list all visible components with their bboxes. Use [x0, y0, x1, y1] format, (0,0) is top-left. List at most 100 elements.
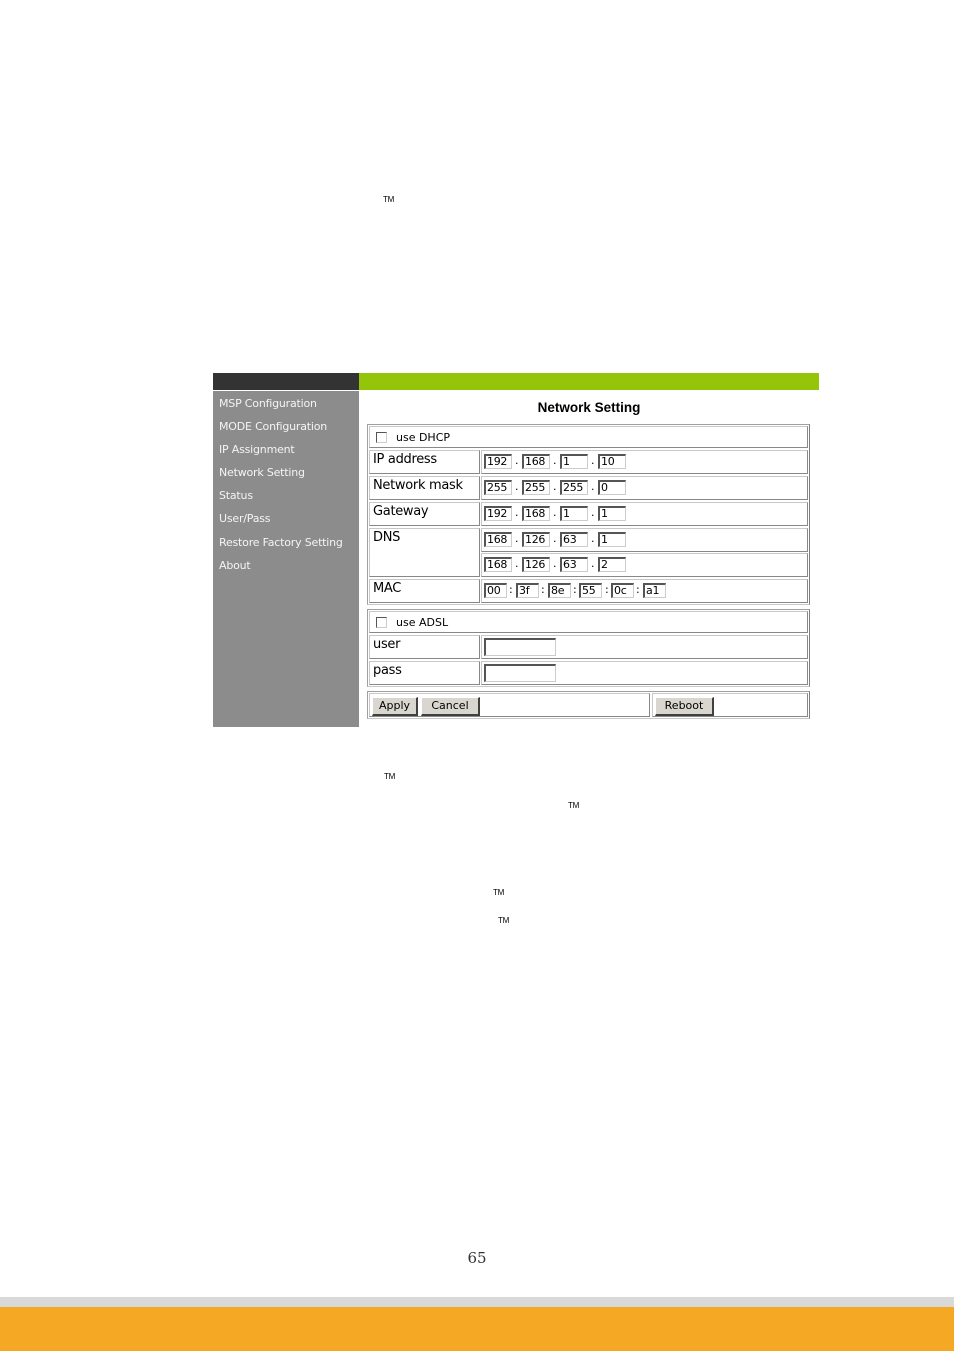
- dot-separator: .: [591, 454, 595, 467]
- sidebar-item-about[interactable]: About: [219, 559, 251, 572]
- dns-primary-fields: 168 . 126 . 63 . 1: [481, 528, 808, 552]
- user-label-cell: user: [369, 635, 480, 659]
- network-mask-octet-4[interactable]: 0: [598, 480, 626, 495]
- dns-primary-octet-2[interactable]: 126: [522, 532, 550, 547]
- adsl-row: use ADSL: [369, 611, 808, 633]
- gateway-label-cell: Gateway: [369, 502, 480, 526]
- dns-secondary-octet-1[interactable]: 168: [484, 557, 512, 572]
- footer-gray-band: [0, 1297, 954, 1307]
- trademark-mark: TM: [568, 801, 580, 810]
- use-adsl-checkbox[interactable]: [376, 617, 387, 628]
- trademark-mark: TM: [498, 916, 510, 925]
- header-bar-dark: [213, 373, 359, 390]
- dot-separator: .: [591, 557, 595, 570]
- ip-address-label: IP address: [373, 452, 437, 467]
- network-mask-label-cell: Network mask: [369, 476, 480, 500]
- pass-input[interactable]: [484, 664, 556, 682]
- sidebar-item-ip-assignment[interactable]: IP Assignment: [219, 443, 295, 456]
- dot-separator: .: [591, 532, 595, 545]
- network-mask-label: Network mask: [373, 478, 463, 493]
- sidebar-item-status[interactable]: Status: [219, 489, 253, 502]
- footer-orange-band: [0, 1307, 954, 1351]
- dns-primary-octet-4[interactable]: 1: [598, 532, 626, 547]
- ip-address-octet-1[interactable]: 192: [484, 454, 512, 469]
- ip-address-fields: 192 . 168 . 1 . 10: [481, 450, 808, 474]
- action-buttons-table: Apply Cancel Reboot: [367, 691, 810, 719]
- dot-separator: .: [553, 454, 557, 467]
- dot-separator: .: [591, 480, 595, 493]
- network-settings-table: use DHCP IP address 192 . 168 . 1 . 10 N…: [367, 424, 810, 605]
- ip-address-octet-3[interactable]: 1: [560, 454, 588, 469]
- dns-secondary-octet-2[interactable]: 126: [522, 557, 550, 572]
- dot-separator: .: [515, 454, 519, 467]
- mac-fields: 00 : 3f : 8e : 55 : 0c : a1: [481, 579, 808, 603]
- apply-cancel-cell: Apply Cancel: [369, 693, 650, 717]
- dns-label: DNS: [373, 530, 401, 545]
- dot-separator: .: [553, 532, 557, 545]
- dot-separator: .: [553, 506, 557, 519]
- sidebar-item-network-setting[interactable]: Network Setting: [219, 466, 305, 479]
- reboot-button[interactable]: Reboot: [655, 697, 714, 716]
- dhcp-row: use DHCP: [369, 426, 808, 448]
- gateway-octet-4[interactable]: 1: [598, 506, 626, 521]
- dot-separator: .: [515, 557, 519, 570]
- apply-button[interactable]: Apply: [372, 697, 418, 716]
- mac-byte-3[interactable]: 8e: [548, 583, 571, 598]
- user-field-cell: [481, 635, 808, 659]
- network-mask-octet-1[interactable]: 255: [484, 480, 512, 495]
- dot-separator: .: [515, 506, 519, 519]
- reboot-cell: Reboot: [652, 693, 808, 717]
- dot-separator: .: [515, 532, 519, 545]
- dns-secondary-octet-3[interactable]: 63: [560, 557, 588, 572]
- pass-field-cell: [481, 661, 808, 685]
- mac-byte-1[interactable]: 00: [484, 583, 507, 598]
- mac-byte-2[interactable]: 3f: [516, 583, 539, 598]
- mac-byte-6[interactable]: a1: [643, 583, 666, 598]
- dot-separator: .: [553, 557, 557, 570]
- sidebar-item-mode-configuration[interactable]: MODE Configuration: [219, 420, 327, 433]
- mac-byte-4[interactable]: 55: [579, 583, 602, 598]
- dns-primary-octet-3[interactable]: 63: [560, 532, 588, 547]
- network-setting-screenshot: MSP Configuration MODE Configuration IP …: [213, 373, 819, 727]
- network-mask-fields: 255 . 255 . 255 . 0: [481, 476, 808, 500]
- adsl-settings-table: use ADSL user pass: [367, 609, 810, 687]
- network-mask-octet-2[interactable]: 255: [522, 480, 550, 495]
- user-label: user: [373, 637, 401, 652]
- gateway-octet-3[interactable]: 1: [560, 506, 588, 521]
- ip-address-label-cell: IP address: [369, 450, 480, 474]
- trademark-mark: TM: [493, 888, 505, 897]
- page-title: Network Setting: [537, 400, 641, 415]
- colon-separator: :: [605, 583, 609, 596]
- dot-separator: .: [591, 506, 595, 519]
- gateway-fields: 192 . 168 . 1 . 1: [481, 502, 808, 526]
- user-input[interactable]: [484, 638, 556, 656]
- mac-label: MAC: [373, 581, 402, 596]
- sidebar-item-msp-configuration[interactable]: MSP Configuration: [219, 397, 317, 410]
- mac-label-cell: MAC: [369, 579, 480, 603]
- use-adsl-label: use ADSL: [396, 616, 449, 629]
- use-dhcp-checkbox[interactable]: [376, 432, 387, 443]
- gateway-octet-1[interactable]: 192: [484, 506, 512, 521]
- header-bar-green: [359, 373, 819, 390]
- dns-secondary-octet-4[interactable]: 2: [598, 557, 626, 572]
- ip-address-octet-4[interactable]: 10: [598, 454, 626, 469]
- network-mask-octet-3[interactable]: 255: [560, 480, 588, 495]
- colon-separator: :: [509, 583, 513, 596]
- page-number: 65: [467, 1249, 487, 1267]
- mac-byte-5[interactable]: 0c: [611, 583, 634, 598]
- dot-separator: .: [515, 480, 519, 493]
- sidebar-item-user-pass[interactable]: User/Pass: [219, 512, 271, 525]
- cancel-button[interactable]: Cancel: [421, 697, 480, 716]
- gateway-label: Gateway: [373, 504, 429, 519]
- dns-primary-octet-1[interactable]: 168: [484, 532, 512, 547]
- use-dhcp-label: use DHCP: [396, 431, 451, 444]
- trademark-mark: TM: [383, 195, 395, 204]
- colon-separator: :: [541, 583, 545, 596]
- gateway-octet-2[interactable]: 168: [522, 506, 550, 521]
- pass-label-cell: pass: [369, 661, 480, 685]
- colon-separator: :: [636, 583, 640, 596]
- ip-address-octet-2[interactable]: 168: [522, 454, 550, 469]
- sidebar-item-restore-factory-setting[interactable]: Restore Factory Setting: [219, 536, 343, 549]
- sidebar-nav: MSP Configuration MODE Configuration IP …: [213, 391, 359, 727]
- colon-separator: :: [573, 583, 577, 596]
